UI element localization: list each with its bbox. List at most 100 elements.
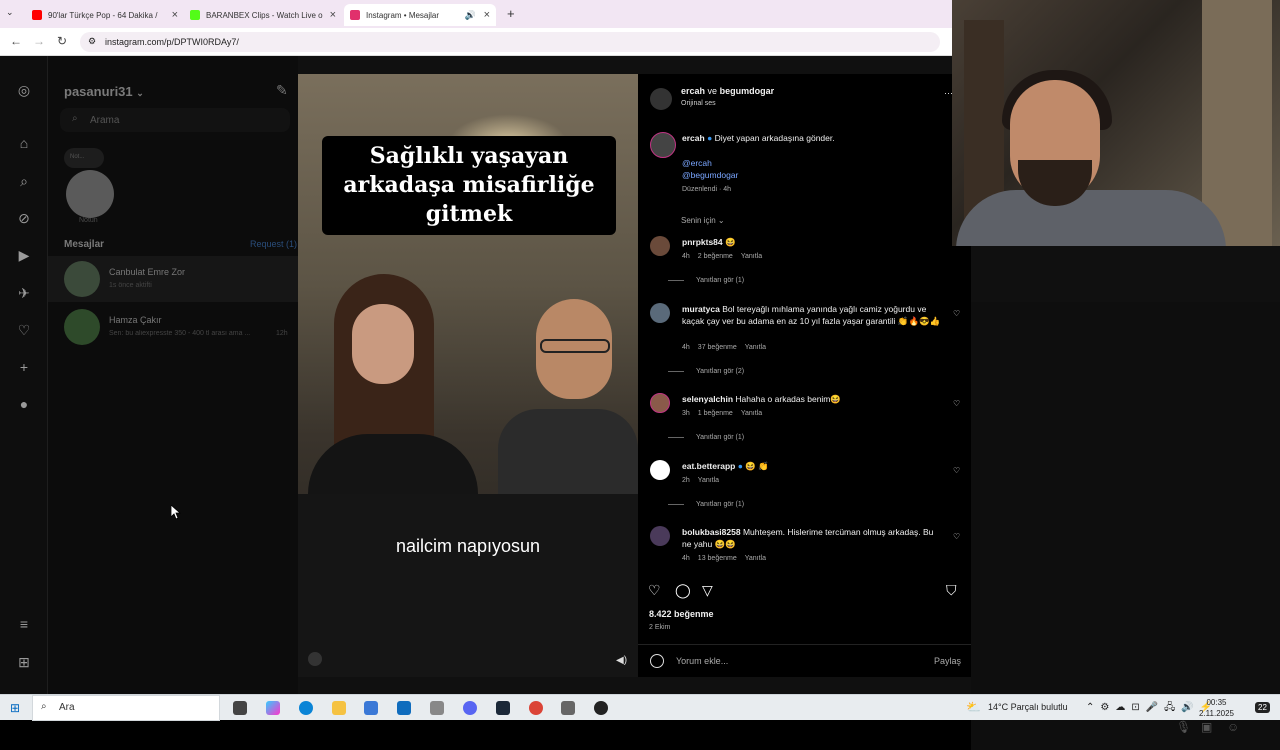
- reply-button[interactable]: Yanıtla: [741, 253, 762, 260]
- avatar[interactable]: [650, 526, 670, 546]
- windows-start-icon[interactable]: ⊞: [10, 701, 20, 715]
- sticker-icon[interactable]: ☺: [1227, 720, 1239, 734]
- edge-icon[interactable]: [299, 701, 313, 715]
- sound-icon[interactable]: ◀): [616, 655, 627, 666]
- app-icon[interactable]: [561, 701, 575, 715]
- avatar[interactable]: [650, 132, 676, 158]
- emoji-icon[interactable]: [650, 654, 664, 668]
- reply-button[interactable]: Yanıtla: [745, 555, 766, 562]
- notification-badge[interactable]: 22: [1255, 702, 1270, 713]
- comment-input[interactable]: Yorum ekle...: [676, 656, 728, 666]
- note-avatar[interactable]: [66, 170, 114, 218]
- forward-icon[interactable]: →: [33, 34, 45, 48]
- create-icon[interactable]: +: [16, 359, 32, 375]
- outlook-icon[interactable]: [397, 701, 411, 715]
- conversation-item[interactable]: Hamza Çakır Sen: bu aliexpresste 350 - 4…: [48, 304, 298, 350]
- reply-button[interactable]: Yanıtla: [745, 344, 766, 351]
- store-icon[interactable]: [364, 701, 378, 715]
- reels-icon[interactable]: ▶: [16, 247, 32, 263]
- menu-icon[interactable]: ≡: [16, 616, 32, 632]
- tab-instagram[interactable]: Instagram • Mesajlar 🔊 ×: [344, 4, 496, 26]
- app-icon[interactable]: [430, 701, 444, 715]
- avatar[interactable]: [650, 460, 670, 480]
- comment-user[interactable]: pnrpkts84: [682, 237, 723, 247]
- avatar[interactable]: [650, 88, 672, 110]
- url-input[interactable]: ⚙ instagram.com/p/DPTWI0RDAy7/: [80, 32, 940, 52]
- avatar[interactable]: [650, 303, 670, 323]
- back-icon[interactable]: ←: [10, 34, 22, 48]
- new-tab-button[interactable]: +: [507, 6, 515, 21]
- likes-count[interactable]: 8.422 beğenme: [649, 609, 714, 619]
- view-replies-button[interactable]: Yanıtları gör (2): [696, 368, 744, 375]
- mention-link[interactable]: @begumdogar: [682, 170, 738, 180]
- close-icon[interactable]: ×: [330, 9, 336, 21]
- new-message-icon[interactable]: ✎: [276, 82, 288, 99]
- mention-link[interactable]: @ercah: [682, 158, 712, 168]
- caption-user[interactable]: ercah: [682, 133, 705, 143]
- steam-icon[interactable]: [496, 701, 510, 715]
- tab-list-chevron-icon[interactable]: ⌄: [6, 7, 14, 18]
- profile-avatar-icon[interactable]: ●: [16, 396, 32, 412]
- comment-likes[interactable]: 13 beğenme: [698, 555, 737, 562]
- weather-icon[interactable]: ⛅: [966, 700, 981, 714]
- like-heart-icon[interactable]: ♡: [953, 399, 960, 408]
- comment-icon[interactable]: ◯: [675, 582, 691, 599]
- author-link[interactable]: ercah: [681, 86, 705, 96]
- comment-likes[interactable]: 37 beğenme: [698, 344, 737, 351]
- bookmark-icon[interactable]: ⛉: [946, 582, 957, 599]
- copilot-icon[interactable]: [266, 701, 280, 715]
- clock[interactable]: 00:35 2.11.2025: [1199, 697, 1234, 719]
- comment-likes[interactable]: 2 beğenme: [698, 253, 733, 260]
- view-replies-button[interactable]: Yanıtları gör (1): [696, 277, 744, 284]
- like-heart-icon[interactable]: ♡: [953, 466, 960, 475]
- close-icon[interactable]: ×: [172, 9, 178, 21]
- reply-button[interactable]: Yanıtla: [698, 477, 719, 484]
- search-input[interactable]: ⌕ Arama: [60, 108, 290, 132]
- instagram-logo-icon[interactable]: ◎: [16, 82, 32, 98]
- share-icon[interactable]: ▽: [702, 582, 713, 599]
- messages-icon[interactable]: ✈: [16, 285, 32, 301]
- post-comment-button[interactable]: Paylaş: [934, 656, 961, 666]
- microphone-icon[interactable]: 🎙: [1176, 720, 1191, 734]
- task-view-icon[interactable]: [233, 701, 247, 715]
- obs-icon[interactable]: [594, 701, 608, 715]
- search-icon[interactable]: ⌕: [16, 173, 32, 189]
- tab-youtube[interactable]: 90'lar Türkçe Pop - 64 Dakika / ×: [26, 4, 184, 26]
- audio-playing-icon[interactable]: 🔊: [465, 10, 476, 21]
- conversation-item[interactable]: Canbulat Emre Zor 1s önce aktifti: [48, 256, 298, 302]
- meta-icon[interactable]: ⊞: [16, 654, 32, 670]
- collab-link[interactable]: begumdogar: [720, 86, 775, 96]
- avatar[interactable]: [650, 393, 670, 413]
- close-icon[interactable]: ×: [484, 9, 490, 21]
- comment-likes[interactable]: 1 beğenme: [698, 410, 733, 417]
- note-bubble[interactable]: Not...: [64, 148, 104, 168]
- requests-link[interactable]: Request (1): [250, 239, 297, 249]
- like-icon[interactable]: ♡: [648, 582, 661, 599]
- audio-link[interactable]: Orijinal ses: [681, 100, 716, 107]
- like-heart-icon[interactable]: ♡: [953, 309, 960, 318]
- tab-kick[interactable]: BARANBEX Clips - Watch Live o ×: [184, 4, 342, 26]
- explore-icon[interactable]: ⊘: [16, 210, 32, 226]
- file-explorer-icon[interactable]: [332, 701, 346, 715]
- weather-text[interactable]: 14°C Parçalı bulutlu: [988, 702, 1068, 712]
- comment-user[interactable]: bolukbasi8258: [682, 527, 741, 537]
- view-replies-button[interactable]: Yanıtları gör (1): [696, 434, 744, 441]
- reload-icon[interactable]: ↻: [57, 34, 67, 48]
- discord-icon[interactable]: [463, 701, 477, 715]
- home-icon[interactable]: ⌂: [16, 135, 32, 151]
- avatar[interactable]: [650, 236, 670, 256]
- comment-user[interactable]: muratyca: [682, 304, 720, 314]
- image-icon[interactable]: ▣: [1201, 720, 1212, 734]
- reply-button[interactable]: Yanıtla: [741, 410, 762, 417]
- taskbar-search[interactable]: ⌕ Ara: [32, 695, 220, 721]
- comment-user[interactable]: eat.betterapp: [682, 461, 735, 471]
- notifications-icon[interactable]: ♡: [16, 322, 32, 338]
- chrome-icon[interactable]: [529, 701, 543, 715]
- reel-video[interactable]: Sağlıklı yaşayan arkadaşa misafirliğe gi…: [298, 74, 638, 677]
- comment-sort-dropdown[interactable]: Senin için ⌄: [681, 216, 725, 225]
- comment-user[interactable]: selenyalchin: [682, 394, 733, 404]
- site-info-icon[interactable]: ⚙: [88, 36, 96, 47]
- view-replies-button[interactable]: Yanıtları gör (1): [696, 501, 744, 508]
- like-heart-icon[interactable]: ♡: [953, 532, 960, 541]
- tagged-people-icon[interactable]: [308, 652, 322, 666]
